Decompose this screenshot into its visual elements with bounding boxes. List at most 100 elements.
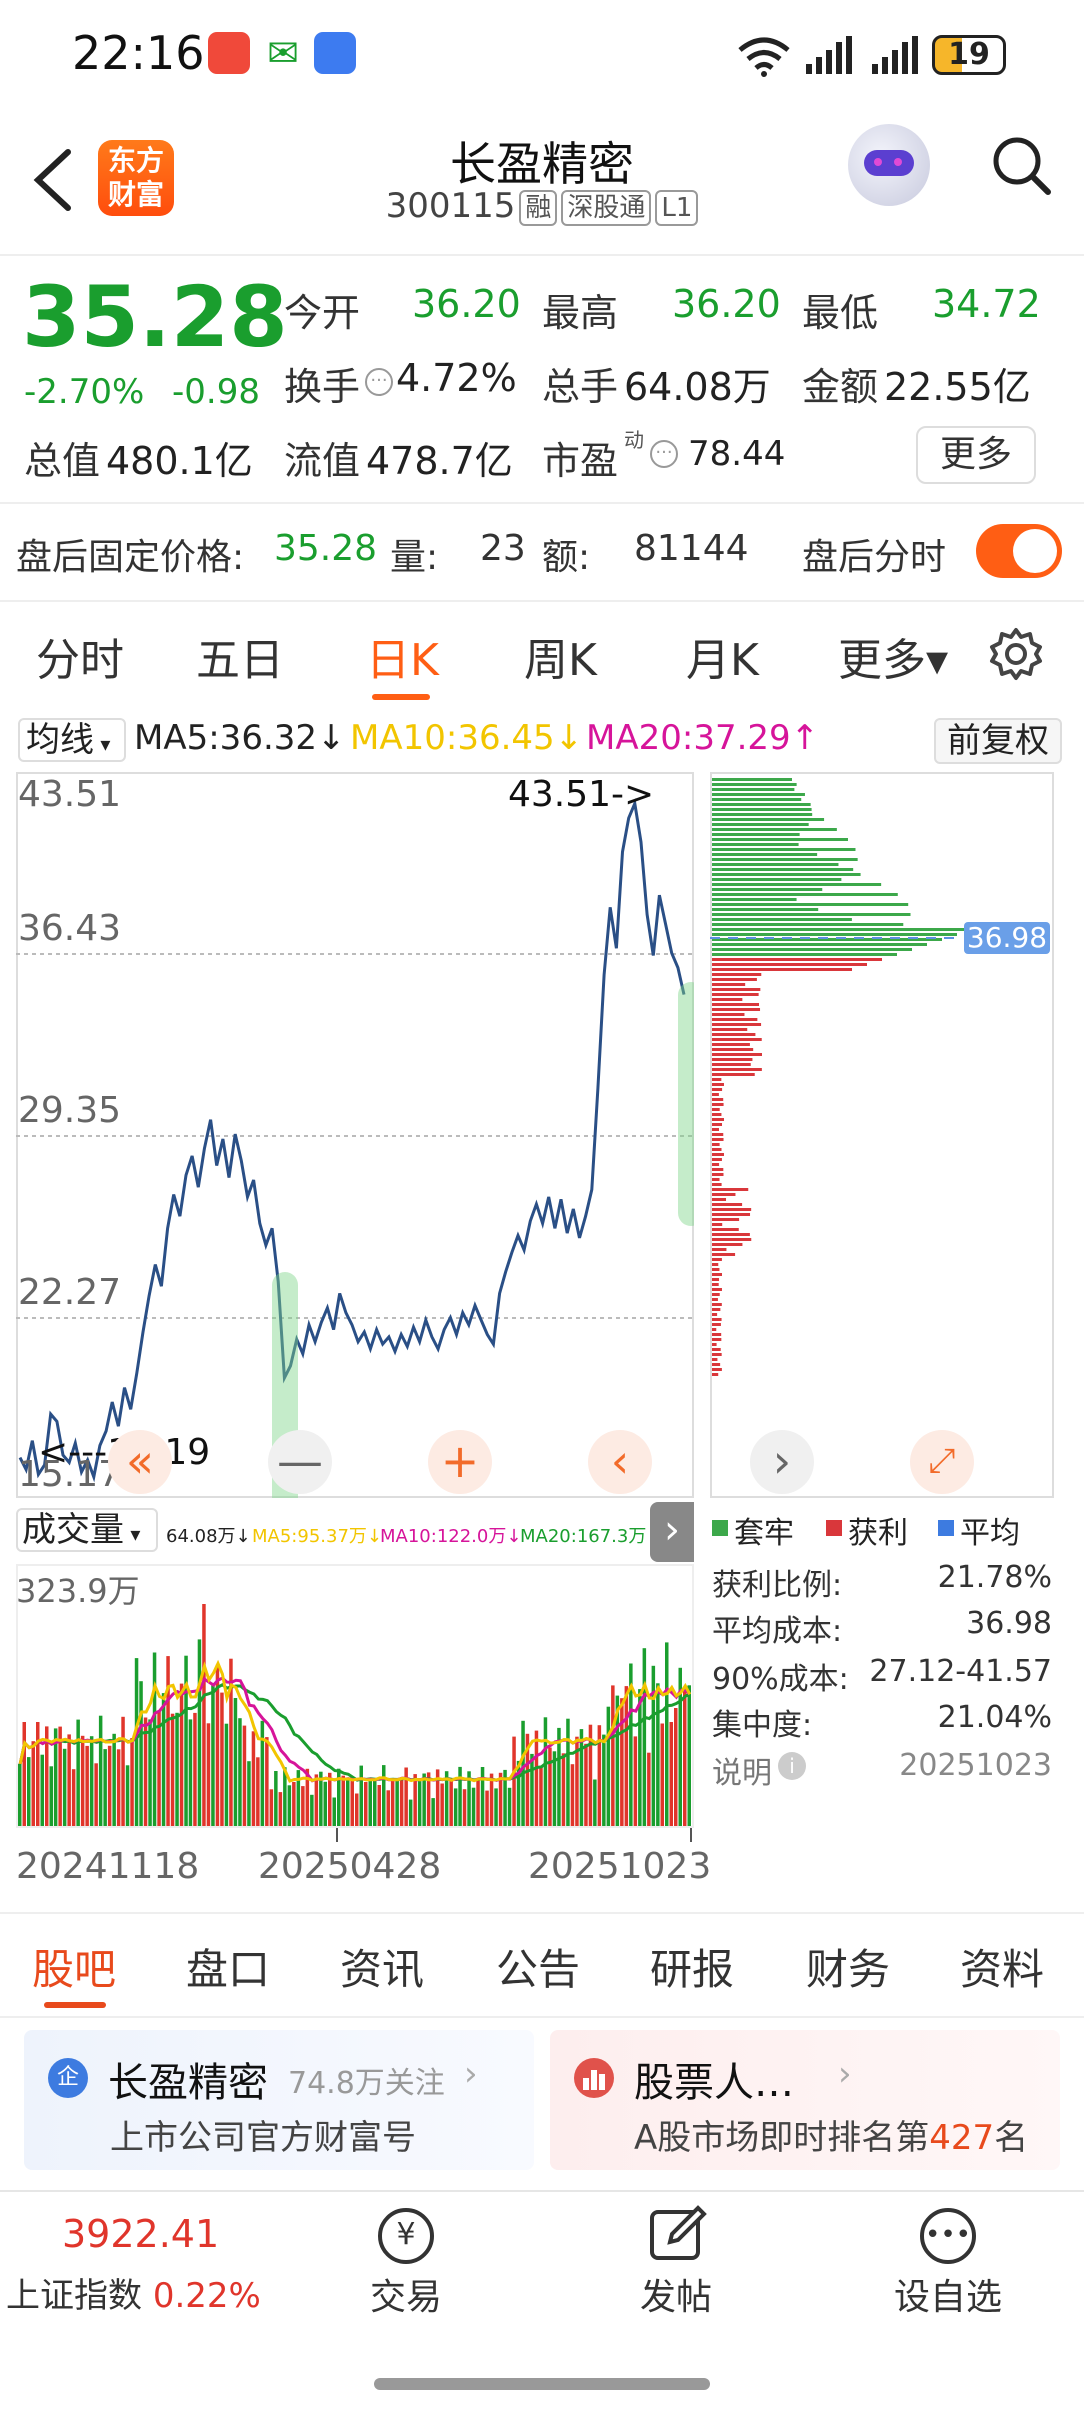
more-button[interactable]: 更多: [916, 426, 1036, 484]
ma-selector[interactable]: 均线 ▾: [18, 718, 126, 762]
chip-bar: [712, 1358, 718, 1361]
chip-bar: [712, 1128, 720, 1131]
chip-bar: [712, 993, 759, 996]
volume-value: 64.08万: [624, 365, 771, 409]
volume-bar: [274, 1771, 278, 1826]
official-account-card[interactable]: 企 长盈精密 74.8万关注 › 上市公司官方财富号: [24, 2030, 534, 2170]
volume-bar: [494, 1788, 498, 1826]
assistant-avatar[interactable]: [848, 124, 930, 206]
trade-yuan-icon[interactable]: ¥: [378, 2208, 434, 2264]
more-dots-icon[interactable]: •••: [920, 2208, 976, 2264]
index-name: 上证指数: [6, 2276, 142, 2316]
fullscreen-button[interactable]: ⤢: [910, 1430, 974, 1494]
rewind-button[interactable]: «: [108, 1430, 172, 1494]
volume-bar: [364, 1782, 368, 1826]
after-hours-amt-label: 额:: [542, 537, 591, 578]
volume-bar: [224, 1723, 229, 1826]
signal-icon: [806, 36, 852, 74]
tab-five-day[interactable]: 五日: [196, 624, 284, 688]
chip-bar: [712, 1153, 724, 1156]
chip-bar: [712, 1113, 722, 1116]
chip-bar: [712, 858, 858, 861]
vol-ma5: MA5:95.37万↓: [252, 1526, 382, 1547]
open-value: 36.20: [412, 282, 521, 326]
search-icon[interactable]: [990, 134, 1054, 198]
signal-icon: [872, 36, 918, 74]
tab-news[interactable]: 资讯: [340, 1936, 424, 1997]
expand-panel-icon[interactable]: ›: [650, 1502, 694, 1562]
tab-more[interactable]: 更多▾: [838, 624, 948, 688]
official-account-name: 长盈精密: [108, 2060, 268, 2106]
y-tick-2: 29.35: [18, 1090, 122, 1131]
low-value: 34.72: [932, 282, 1041, 326]
tab-monthly-k[interactable]: 月K: [686, 624, 759, 688]
post-edit-icon[interactable]: [648, 2204, 708, 2264]
chip-bar: [712, 1343, 717, 1346]
tab-profile[interactable]: 资料: [960, 1936, 1044, 1997]
chip-bar: [712, 1263, 719, 1266]
volume-bar: [278, 1792, 283, 1826]
total-cap-value: 480.1亿: [106, 439, 253, 483]
volume-bar: [422, 1773, 426, 1826]
post-button[interactable]: 发帖: [626, 2268, 726, 2320]
ma20-value: MA20:37.29↑: [586, 718, 820, 758]
pan-right-button[interactable]: ›: [750, 1430, 814, 1494]
volume-bar: [175, 1712, 179, 1826]
zoom-out-button[interactable]: —: [268, 1430, 332, 1494]
volume-bar: [368, 1779, 372, 1826]
chip-bar: [712, 1283, 719, 1286]
tab-orderbook[interactable]: 盘口: [186, 1936, 270, 1997]
chip-bar: [712, 1093, 719, 1096]
note-label[interactable]: 说明: [712, 1748, 772, 1792]
chip-distribution-chart[interactable]: 36.98: [710, 772, 1054, 1498]
tab-intraday[interactable]: 分时: [36, 624, 124, 688]
tab-guba[interactable]: 股吧: [32, 1936, 116, 1997]
after-hours-amt: 81144: [634, 528, 749, 569]
volume-bar: [570, 1764, 575, 1826]
tab-financials[interactable]: 财务: [806, 1936, 890, 1997]
settings-gear-icon[interactable]: [988, 626, 1044, 682]
low-label: 最低: [802, 291, 879, 335]
info-icon[interactable]: i: [778, 1752, 806, 1780]
tab-research[interactable]: 研报: [650, 1936, 734, 1997]
chip-bar: [712, 1133, 724, 1136]
index-change: 0.22%: [152, 2276, 261, 2316]
chip-bar: [712, 1233, 750, 1236]
chip-bar: [712, 848, 856, 851]
info-dots-icon[interactable]: ···: [650, 440, 678, 468]
home-indicator: [374, 2378, 710, 2390]
active-bottom-tab-indicator: [44, 2002, 106, 2008]
tab-daily-k[interactable]: 日K: [366, 624, 439, 688]
chip-bar: [712, 833, 800, 836]
trade-button[interactable]: 交易: [356, 2268, 456, 2320]
zoom-in-button[interactable]: +: [428, 1430, 492, 1494]
chip-bar: [712, 898, 797, 901]
chip-bar: [712, 863, 839, 866]
volume-bar: [265, 1737, 269, 1826]
chip-bar: [712, 1213, 751, 1216]
chip-bar: [712, 1173, 724, 1176]
info-dots-icon[interactable]: ···: [365, 368, 393, 396]
volume-indicator-selector[interactable]: 成交量 ▾: [16, 1508, 158, 1552]
chip-bar: [712, 838, 848, 841]
volume-bar: [157, 1711, 161, 1826]
tab-announcements[interactable]: 公告: [496, 1936, 580, 1997]
volume-bar: [98, 1715, 103, 1826]
volume-bar: [103, 1749, 107, 1826]
kline-chart[interactable]: [16, 772, 694, 1498]
add-watchlist-button[interactable]: 设自选: [884, 2268, 1012, 2320]
after-hours-toggle[interactable]: [976, 524, 1062, 578]
chip-bar: [712, 1028, 748, 1031]
tab-weekly-k[interactable]: 周K: [524, 624, 597, 688]
volume-bar: [134, 1658, 139, 1826]
volume-bar: [687, 1685, 691, 1826]
adjust-mode-button[interactable]: 前复权: [934, 718, 1062, 764]
popularity-rank-card[interactable]: 股票人… › A股市场即时排名第427名: [550, 2030, 1060, 2170]
chip-bar: [712, 1258, 722, 1261]
chip-bar: [712, 1188, 749, 1191]
pan-left-button[interactable]: ‹: [588, 1430, 652, 1494]
chip-bar: [712, 1138, 724, 1141]
y-tick-0: 43.51: [18, 774, 122, 815]
avg-cost-label: 平均成本:: [712, 1614, 843, 1649]
index-ticker[interactable]: 上证指数 0.22%: [6, 2268, 261, 2317]
